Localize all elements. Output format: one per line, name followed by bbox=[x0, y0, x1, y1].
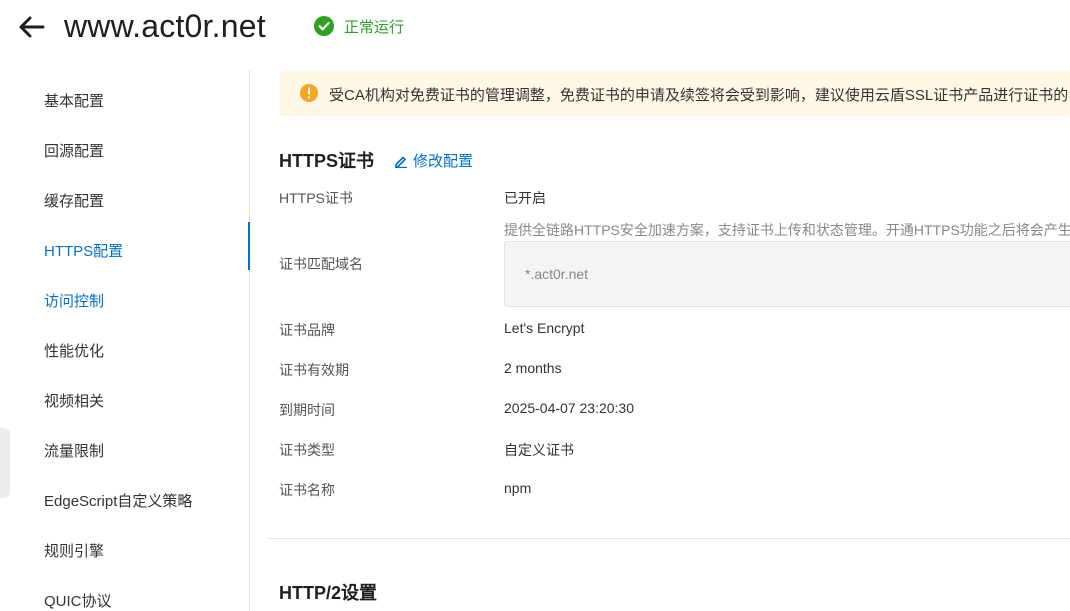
sidebar-item-rules-engine[interactable]: 规则引擎 bbox=[44, 540, 104, 561]
expiry-value: 2025-04-07 23:20:30 bbox=[504, 400, 634, 416]
check-circle-icon bbox=[314, 16, 334, 36]
brand-label: 证书品牌 bbox=[279, 322, 335, 338]
edit-config-label: 修改配置 bbox=[413, 153, 474, 170]
domain-value: *.act0r.net bbox=[525, 266, 589, 282]
domain-label: 证书匹配域名 bbox=[279, 256, 363, 272]
validity-label: 证书有效期 bbox=[279, 362, 349, 378]
cert-name-label: 证书名称 bbox=[279, 482, 335, 498]
sidebar-item-cache[interactable]: 缓存配置 bbox=[44, 190, 104, 211]
sidebar-item-origin[interactable]: 回源配置 bbox=[44, 140, 104, 161]
edit-icon bbox=[395, 156, 407, 169]
section-divider bbox=[268, 538, 1070, 539]
cert-name-value: npm bbox=[504, 480, 532, 496]
https-cert-label: HTTPS证书 bbox=[279, 190, 353, 206]
sidebar-item-edgescript[interactable]: EdgeScript自定义策略 bbox=[44, 490, 192, 511]
cert-type-label: 证书类型 bbox=[279, 442, 335, 458]
active-indicator bbox=[248, 222, 250, 270]
sidebar-item-basic[interactable]: 基本配置 bbox=[44, 90, 104, 111]
sidebar-item-performance[interactable]: 性能优化 bbox=[44, 340, 104, 361]
notice-banner: 受CA机构对免费证书的管理调整，免费证书的申请及续签将会受到影响，建议使用云盾S… bbox=[280, 70, 1070, 116]
domain-field: *.act0r.net bbox=[504, 241, 1070, 307]
status-text: 正常运行 bbox=[344, 19, 405, 36]
sidebar-item-video[interactable]: 视频相关 bbox=[44, 390, 104, 411]
sidebar-collapse-handle[interactable] bbox=[0, 428, 10, 498]
notice-text: 受CA机构对免费证书的管理调整，免费证书的申请及续签将会受到影响，建议使用云盾S… bbox=[329, 87, 1070, 104]
http2-section-title: HTTP/2设置 bbox=[279, 583, 378, 603]
page-title: www.act0r.net bbox=[64, 8, 266, 44]
brand-value: Let's Encrypt bbox=[504, 320, 585, 336]
cert-type-value: 自定义证书 bbox=[504, 442, 574, 458]
warning-icon bbox=[300, 84, 318, 102]
sidebar-nav: 基本配置 回源配置 缓存配置 HTTPS配置 访问控制 性能优化 视频相关 流量… bbox=[0, 70, 250, 611]
sidebar-item-https[interactable]: HTTPS配置 bbox=[44, 240, 123, 261]
https-section-title: HTTPS证书 bbox=[279, 151, 375, 171]
page-header: www.act0r.net 正常运行 bbox=[0, 0, 1070, 56]
https-cert-value: 已开启 bbox=[504, 190, 546, 206]
sidebar-item-quic[interactable]: QUIC协议 bbox=[44, 590, 112, 611]
expiry-label: 到期时间 bbox=[279, 402, 335, 418]
sidebar-item-access-control[interactable]: 访问控制 bbox=[44, 290, 104, 311]
back-arrow-icon[interactable] bbox=[17, 12, 47, 42]
edit-config-link[interactable]: 修改配置 bbox=[394, 150, 473, 171]
sidebar-item-traffic-limit[interactable]: 流量限制 bbox=[44, 440, 104, 461]
validity-value: 2 months bbox=[504, 360, 562, 376]
https-description: 提供全链路HTTPS安全加速方案，支持证书上传和状态管理。开通HTTPS功能之后… bbox=[504, 222, 1070, 238]
